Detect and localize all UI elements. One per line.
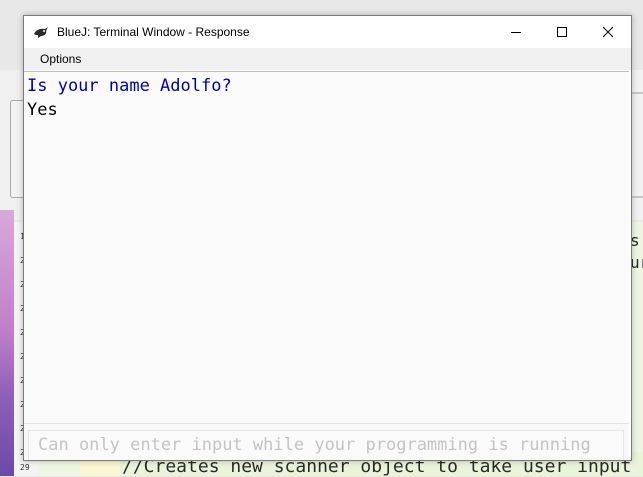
window-title: BlueJ: Terminal Window - Response xyxy=(57,25,250,39)
title-bar[interactable]: BlueJ: Terminal Window - Response xyxy=(24,16,631,48)
menu-bar: Options xyxy=(24,48,631,70)
maximize-button[interactable] xyxy=(539,16,585,48)
desktop-wallpaper xyxy=(0,210,14,476)
terminal-output[interactable]: Is your name Adolfo? Yes xyxy=(24,71,629,424)
output-line-answer: Yes xyxy=(27,100,58,120)
maximize-icon xyxy=(557,27,567,37)
minimize-icon xyxy=(511,32,521,33)
editor-line-number: 29 xyxy=(20,463,30,472)
close-icon xyxy=(603,27,613,37)
output-line-prompt: Is your name Adolfo? xyxy=(27,76,232,96)
bluej-bird-icon xyxy=(33,25,49,39)
terminal-window: BlueJ: Terminal Window - Response Option… xyxy=(23,15,632,461)
close-button[interactable] xyxy=(585,16,631,48)
terminal-input-field[interactable]: Can only enter input while your programm… xyxy=(28,430,624,460)
minimize-button[interactable] xyxy=(493,16,539,48)
terminal-input-area: Can only enter input while your programm… xyxy=(24,423,629,460)
options-menu[interactable]: Options xyxy=(40,52,81,66)
